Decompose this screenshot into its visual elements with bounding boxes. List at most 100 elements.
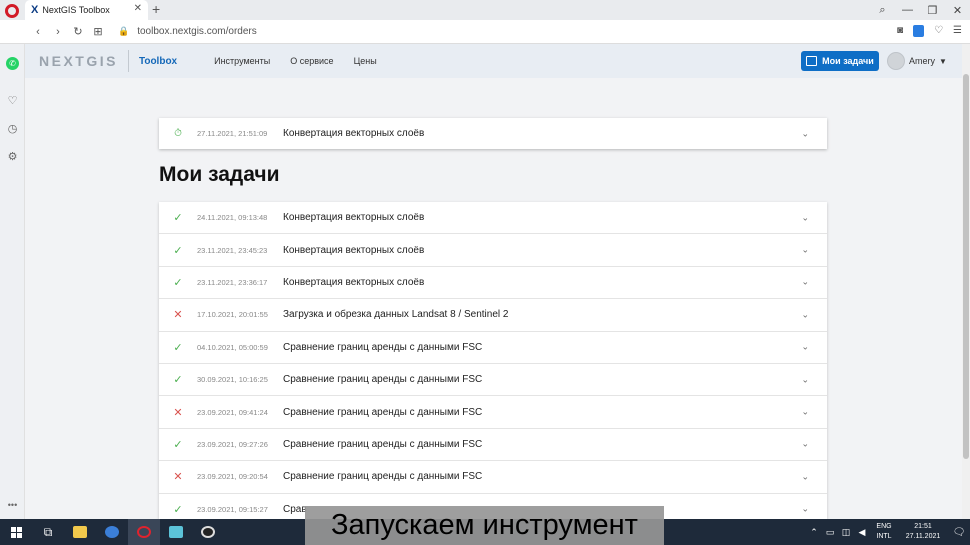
task-row[interactable]: ✓ 04.10.2021, 05:00:59 Сравнение границ … (159, 332, 827, 364)
video-subtitle: Запускаем инструмент (305, 506, 664, 545)
chevron-down-icon[interactable]: ⌄ (801, 277, 809, 288)
address-bar: ‹ › ↻ ⊞ 🔒 toolbox.nextgis.com/orders ◙ ♡ … (0, 20, 970, 44)
my-tasks-button[interactable]: Мои задачи (801, 51, 879, 71)
task-view-icon[interactable]: ⧉ (32, 519, 64, 545)
address-bar-icons: ◙ ♡ ☰ (897, 25, 962, 37)
start-button[interactable] (0, 519, 32, 545)
chevron-down-icon[interactable]: ⌄ (801, 245, 809, 256)
close-window-button[interactable]: ✕ (945, 4, 970, 17)
file-explorer-icon[interactable] (64, 519, 96, 545)
heart-icon[interactable]: ♡ (934, 25, 943, 37)
windows-logo-icon (10, 526, 22, 538)
chevron-down-icon[interactable]: ⌄ (801, 374, 809, 385)
task-name: Загрузка и обрезка данных Landsat 8 / Se… (283, 309, 509, 321)
browser-tab-strip: X NextGIS Toolbox ✕ + ⌕ — ❐ ✕ (0, 0, 970, 20)
task-timestamp: 23.09.2021, 09:41:24 (197, 407, 268, 417)
task-name: Сравнение границ аренды с данными FSC (283, 374, 483, 386)
taskbar-clock[interactable]: 21:51 27.11.2021 (898, 522, 948, 542)
task-timestamp: 23.09.2021, 09:15:27 (197, 504, 268, 514)
new-tab-button[interactable]: + (152, 1, 160, 17)
task-name: Конвертация векторных слоёв (283, 276, 425, 288)
url-field[interactable]: 🔒 toolbox.nextgis.com/orders (118, 26, 257, 37)
browser-tab[interactable]: X NextGIS Toolbox ✕ (25, 0, 148, 20)
avatar (887, 52, 905, 70)
vpn-shield-icon[interactable] (913, 25, 925, 37)
nextgis-favicon-icon: X (31, 4, 39, 16)
task-name: Сравнение границ аренды с данными FSC (283, 438, 483, 450)
app-header: NEXTGIS Toolbox Инструменты О сервисе Це… (25, 44, 962, 78)
network-icon[interactable]: ◫ (838, 527, 854, 538)
task-row[interactable]: ✓ 23.11.2021, 23:36:17 Конвертация векто… (159, 267, 827, 300)
reload-button[interactable]: ↻ (68, 25, 88, 38)
check-icon: ✓ (173, 438, 183, 451)
settings-gear-icon[interactable]: ⚙ (6, 151, 19, 164)
opera-logo-icon[interactable] (5, 4, 19, 18)
restore-button[interactable]: ❐ (920, 4, 945, 17)
cross-icon: ✕ (173, 471, 183, 484)
nextgis-logo[interactable]: NEXTGIS (39, 53, 118, 69)
scrollbar-thumb[interactable] (963, 74, 969, 459)
chevron-down-icon[interactable]: ⌄ (801, 504, 809, 515)
chevron-down-icon[interactable]: ⌄ (801, 439, 809, 450)
task-row[interactable]: ✕ 17.10.2021, 20:01:55 Загрузка и обрезк… (159, 299, 827, 332)
app-taskbar-icon[interactable] (96, 519, 128, 545)
notifications-icon[interactable]: 🗨 (948, 527, 970, 538)
qgis-taskbar-icon[interactable] (160, 519, 192, 545)
language-indicator[interactable]: ENG INTL (870, 522, 898, 542)
chevron-down-icon[interactable]: ⌄ (801, 309, 809, 320)
battery-icon[interactable]: ▭ (822, 527, 838, 538)
check-icon: ✓ (173, 212, 183, 225)
toolbox-logo[interactable]: Toolbox (139, 56, 177, 67)
task-timestamp: 24.11.2021, 09:13:48 (197, 213, 268, 223)
camera-icon[interactable]: ◙ (897, 25, 903, 37)
chevron-down-icon[interactable]: ⌄ (801, 407, 809, 418)
check-icon: ✓ (173, 374, 183, 387)
more-dots-icon[interactable]: ••• (6, 499, 19, 512)
tabs-grid-icon[interactable]: ⊞ (88, 25, 108, 38)
running-task-card[interactable]: ⏱ 27.11.2021, 21:51:09 Конвертация векто… (159, 118, 827, 149)
task-row[interactable]: ✓ 24.11.2021, 09:13:48 Конвертация векто… (159, 202, 827, 235)
task-row[interactable]: ✕ 23.09.2021, 09:41:24 Сравнение границ … (159, 396, 827, 429)
opera-taskbar-icon[interactable] (128, 519, 160, 545)
menu-tools[interactable]: Инструменты (214, 56, 270, 66)
user-name: Amery (909, 56, 936, 66)
task-timestamp: 23.09.2021, 09:20:54 (197, 472, 268, 482)
settings-sliders-icon[interactable]: ☰ (953, 25, 962, 37)
caret-down-icon: ▼ (939, 56, 947, 66)
chevron-down-icon[interactable]: ⌄ (801, 128, 809, 139)
tab-close-icon[interactable]: ✕ (134, 3, 142, 14)
chevron-down-icon[interactable]: ⌄ (801, 342, 809, 353)
page-scrollbar[interactable] (962, 44, 970, 519)
logo-divider (127, 50, 129, 72)
favorites-heart-icon[interactable]: ♡ (6, 95, 19, 108)
lock-icon: 🔒 (118, 26, 130, 36)
whatsapp-icon[interactable]: ✆ (6, 57, 19, 70)
check-icon: ✓ (173, 276, 183, 289)
task-name: Сравнение границ аренды с данными FSC (283, 406, 483, 418)
task-row[interactable]: ✓ 23.11.2021, 23:45:23 Конвертация векто… (159, 234, 827, 267)
user-menu[interactable]: Amery ▼ (887, 52, 947, 70)
task-name: Сравнение границ аренды с данными FSC (283, 471, 483, 483)
search-tabs-icon[interactable]: ⌕ (870, 4, 895, 17)
chevron-down-icon[interactable]: ⌄ (801, 471, 809, 482)
check-icon: ✓ (173, 503, 183, 516)
minimize-button[interactable]: — (895, 4, 920, 16)
volume-icon[interactable]: ◀ (854, 527, 870, 538)
menu-prices[interactable]: Цены (354, 56, 377, 66)
menu-about[interactable]: О сервисе (290, 56, 333, 66)
forward-button[interactable]: › (48, 26, 68, 38)
tray-chevron-up-icon[interactable]: ⌃ (806, 527, 822, 538)
history-clock-icon[interactable]: ◷ (6, 123, 19, 136)
back-button[interactable]: ‹ (28, 26, 48, 38)
task-timestamp: 17.10.2021, 20:01:55 (197, 310, 268, 320)
task-timestamp: 23.09.2021, 09:27:26 (197, 439, 268, 449)
task-row[interactable]: ✕ 23.09.2021, 09:20:54 Сравнение границ … (159, 461, 827, 494)
task-row[interactable]: ⏱ 27.11.2021, 21:51:09 Конвертация векто… (159, 118, 827, 149)
obs-taskbar-icon[interactable] (192, 519, 224, 545)
tab-title: NextGIS Toolbox (42, 5, 110, 15)
task-name: Конвертация векторных слоёв (283, 128, 425, 139)
task-row[interactable]: ✓ 30.09.2021, 10:16:25 Сравнение границ … (159, 364, 827, 397)
chevron-down-icon[interactable]: ⌄ (801, 212, 809, 223)
window-controls: ⌕ — ❐ ✕ (870, 0, 970, 20)
task-row[interactable]: ✓ 23.09.2021, 09:27:26 Сравнение границ … (159, 429, 827, 462)
